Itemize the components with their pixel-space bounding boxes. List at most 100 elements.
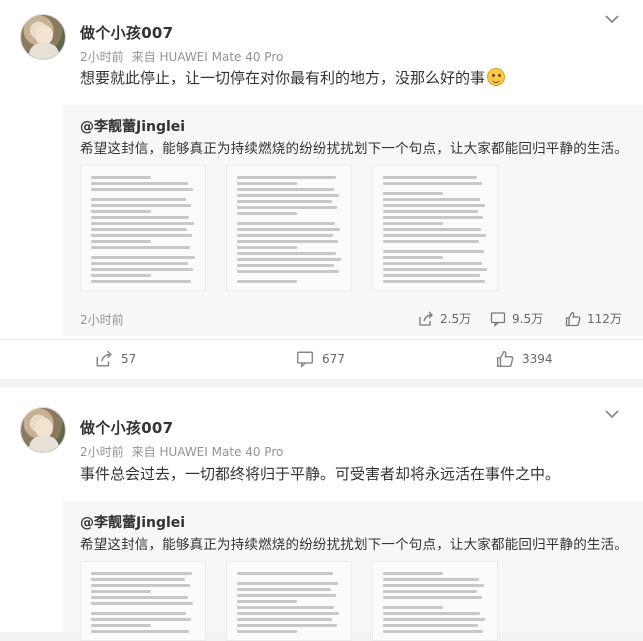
username[interactable]: 做个小孩007: [80, 22, 173, 43]
post-source: 来自 HUAWEI Mate 40 Pro: [131, 50, 284, 64]
post-source: 来自 HUAWEI Mate 40 Pro: [131, 445, 284, 459]
weibo-post: 做个小孩007 2小时前 来自 HUAWEI Mate 40 Pro 事件总会过去…: [0, 387, 643, 641]
letter-text-line: [237, 618, 332, 621]
repost-text: 希望这封信，能够真正为持续燃烧的纷纷扰扰划下一个句点，让大家都能回归平静的生活。: [80, 141, 628, 157]
thumbs-up-icon: [565, 311, 581, 326]
letter-text-line: [91, 612, 186, 615]
repost-comment-count: 9.5万: [512, 312, 544, 326]
repost-like-button[interactable]: 112万: [565, 310, 622, 327]
letter-image-2[interactable]: [226, 165, 352, 291]
letter-text-line: [237, 270, 339, 273]
letter-text-line: [91, 280, 191, 283]
letter-text-line: [383, 240, 479, 243]
letter-text-line: [237, 176, 336, 179]
letter-text-line: [91, 618, 191, 621]
letter-image-1[interactable]: [80, 165, 206, 291]
repost-text: 希望这封信，能够真正为持续燃烧的纷纷扰扰划下一个句点，让大家都能回归平静的生活。: [80, 537, 628, 553]
repost-username[interactable]: @李靓蕾Jinglei: [80, 116, 185, 136]
letter-text-line: [91, 572, 192, 575]
letter-text-line: [91, 602, 193, 605]
share-button[interactable]: 57: [95, 350, 136, 368]
letter-text-line: [91, 210, 151, 213]
letter-text-line: [383, 274, 480, 277]
avatar[interactable]: [20, 407, 66, 453]
letter-text-line: [237, 280, 297, 283]
letter-text-line: [91, 176, 151, 179]
letter-text-line: [237, 594, 336, 597]
repost-username[interactable]: @李靓蕾Jinglei: [80, 512, 185, 532]
share-icon: [96, 350, 112, 367]
letter-text-line: [383, 606, 443, 609]
letter-text-line: [91, 216, 189, 219]
post-time[interactable]: 2小时前: [80, 445, 124, 459]
like-button[interactable]: 3394: [496, 350, 553, 368]
letter-text-line: [91, 234, 192, 237]
letter-text-line: [383, 280, 485, 283]
letter-text-line: [91, 182, 188, 185]
letter-text-line: [91, 240, 151, 243]
letter-text-line: [237, 222, 335, 225]
letter-text-line: [383, 228, 481, 231]
letter-text-line: [237, 588, 331, 591]
letter-text-line: [91, 246, 190, 249]
post-content: 想要就此停止，让一切停在对你最有利的地方，没那么好的事: [80, 67, 506, 89]
letter-text-line: [383, 268, 487, 271]
letter-image-1[interactable]: [80, 561, 206, 641]
thumbs-up-icon: [496, 350, 514, 368]
repost-time[interactable]: 2小时前: [80, 311, 124, 328]
letter-image-3[interactable]: [372, 165, 498, 291]
repost-share-count: 2.5万: [440, 312, 472, 326]
letter-text-line: [383, 222, 443, 225]
letter-text-line: [237, 182, 297, 185]
letter-text-line: [237, 188, 334, 191]
post-time[interactable]: 2小时前: [80, 50, 124, 64]
comment-button[interactable]: 677: [296, 350, 345, 368]
letter-text-line: [383, 234, 486, 237]
username[interactable]: 做个小孩007: [80, 417, 173, 438]
letter-text-line: [237, 200, 332, 203]
letter-text-line: [91, 256, 195, 259]
letter-text-line: [383, 624, 478, 627]
letter-text-line: [383, 578, 479, 581]
repost-card[interactable]: @李靓蕾Jinglei 希望这封信，能够真正为持续燃烧的纷纷扰扰划下一个句点，让…: [63, 501, 643, 641]
comment-icon: [490, 311, 506, 327]
avatar[interactable]: [20, 14, 66, 60]
letter-text-line: [237, 252, 336, 255]
letter-text-line: [237, 258, 341, 261]
chevron-down-icon[interactable]: [605, 14, 619, 24]
letter-text-line: [383, 596, 482, 599]
letter-text-line: [383, 590, 477, 593]
chevron-down-icon[interactable]: [605, 409, 619, 419]
post-action-bar: 57 677 3394: [0, 339, 643, 379]
repost-share-button[interactable]: 2.5万: [418, 310, 471, 327]
letter-text-line: [91, 274, 151, 277]
like-count: 3394: [522, 352, 553, 366]
letter-text-line: [383, 256, 443, 259]
letter-text-line: [237, 240, 338, 243]
weibo-post: 做个小孩007 2小时前 来自 HUAWEI Mate 40 Pro 想要就此停止…: [0, 0, 643, 379]
letter-text-line: [91, 584, 190, 587]
letter-text-line: [383, 584, 484, 587]
letter-text-line: [237, 206, 337, 209]
letter-text-line: [237, 234, 333, 237]
repost-comment-button[interactable]: 9.5万: [490, 310, 543, 327]
letter-text-line: [237, 194, 339, 197]
share-icon: [419, 311, 433, 326]
repost-card[interactable]: @李靓蕾Jinglei 希望这封信，能够真正为持续燃烧的纷纷扰扰划下一个句点，让…: [63, 105, 643, 336]
letter-text-line: [91, 228, 187, 231]
letter-text-line: [383, 250, 484, 253]
letter-image-2[interactable]: [226, 561, 352, 641]
letter-text-line: [383, 192, 443, 195]
letter-image-3[interactable]: [372, 561, 498, 641]
repost-like-count: 112万: [587, 312, 622, 326]
letter-text-line: [237, 572, 333, 575]
letter-text-line: [91, 268, 193, 271]
share-count: 57: [121, 352, 137, 366]
letter-text-line: [91, 188, 193, 191]
letter-text-line: [237, 246, 297, 249]
comment-icon: [296, 351, 314, 368]
letter-text-line: [383, 204, 485, 207]
letter-text-line: [237, 228, 340, 231]
letter-text-line: [91, 204, 191, 207]
letter-text-line: [237, 624, 337, 627]
